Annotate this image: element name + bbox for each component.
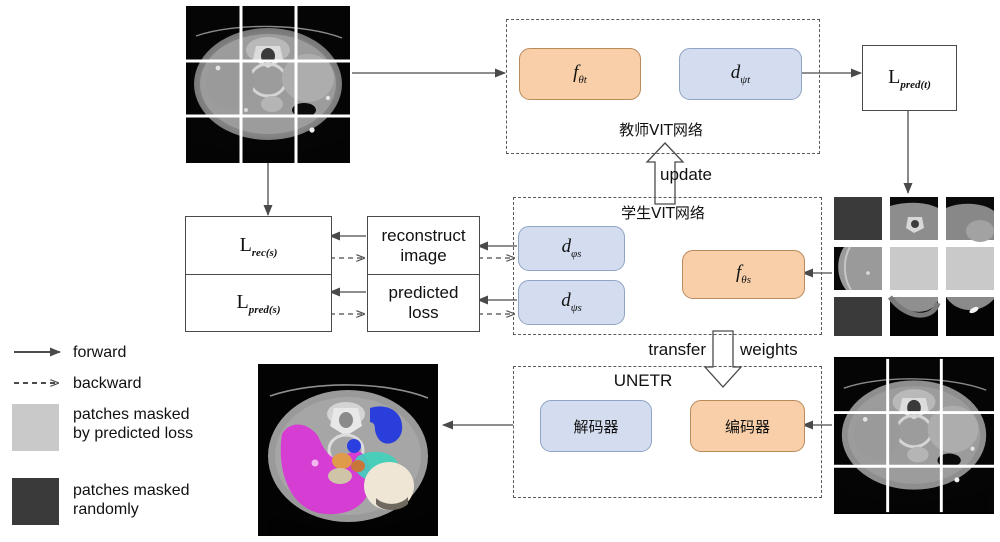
legend-masked-random-line1: patches masked [73,482,190,499]
legend-masked-predicted-label: patches masked by predicted loss [73,405,258,443]
diagram-canvas: 教师VIT网络 fθt dψt Lpred(t) update 学生VIT网络 … [0,0,1000,542]
unetr-decoder-label: 解码器 [573,417,619,436]
predicted-loss-line1: predicted [388,283,459,303]
student-vit-group-label: 学生VIT网络 [621,203,705,222]
transfer-weights-label-left: transfer [648,340,706,359]
unetr-encoder-box[interactable]: 编码器 [690,400,805,452]
legend-swatch-masked-random [12,478,59,525]
teacher-encoder-box[interactable]: fθt [519,48,641,100]
legend-forward-label: forward [73,344,127,361]
legend-swatch-masked-predicted [12,404,59,451]
input-ct-grid [186,6,350,163]
loss-rec-student-box[interactable]: Lrec(s) [185,216,332,276]
predicted-loss-box[interactable]: predicted loss [367,274,480,332]
segmentation-result-image [258,364,438,536]
teacher-encoder-label: fθt [573,61,587,86]
student-decoder-phi-label: dφs [561,236,582,260]
legend-masked-random-label: patches masked randomly [73,481,258,519]
teacher-decoder-box[interactable]: dψt [679,48,802,100]
student-encoder-box[interactable]: fθs [682,250,805,299]
loss-rec-student-label: Lrec(s) [239,233,278,259]
unetr-encoder-label: 编码器 [724,417,770,436]
student-decoder-psi-box[interactable]: dψs [518,280,625,325]
update-arrow-label: update [660,165,712,184]
reconstruct-image-line2: image [400,246,447,265]
legend-backward-label: backward [73,375,142,392]
legend-masked-predicted-line2: by predicted loss [73,425,194,443]
unetr-decoder-box[interactable]: 解码器 [540,400,652,452]
loss-pred-student-box[interactable]: Lpred(s) [185,274,332,332]
teacher-decoder-label: dψt [730,61,751,86]
unetr-input-ct-grid [834,357,994,514]
legend-masked-predicted-line1: patches masked [73,406,190,423]
predicted-loss-line2: loss [408,303,439,322]
teacher-vit-group-label: 教师VIT网络 [619,120,703,139]
reconstruct-image-line1: reconstruct [381,226,466,246]
legend-masked-random-line2: randomly [73,501,139,519]
student-decoder-psi-label: dψs [561,290,582,314]
loss-pred-student-label: Lpred(s) [236,290,281,316]
loss-pred-teacher-label: Lpred(t) [888,65,931,91]
unetr-group-label: UNETR [613,371,673,390]
loss-pred-teacher-box[interactable]: Lpred(t) [862,45,957,111]
masked-patch-grid [834,197,994,336]
student-decoder-phi-box[interactable]: dφs [518,226,625,271]
student-encoder-label: fθs [736,262,751,286]
reconstruct-image-box[interactable]: reconstruct image [367,216,480,276]
